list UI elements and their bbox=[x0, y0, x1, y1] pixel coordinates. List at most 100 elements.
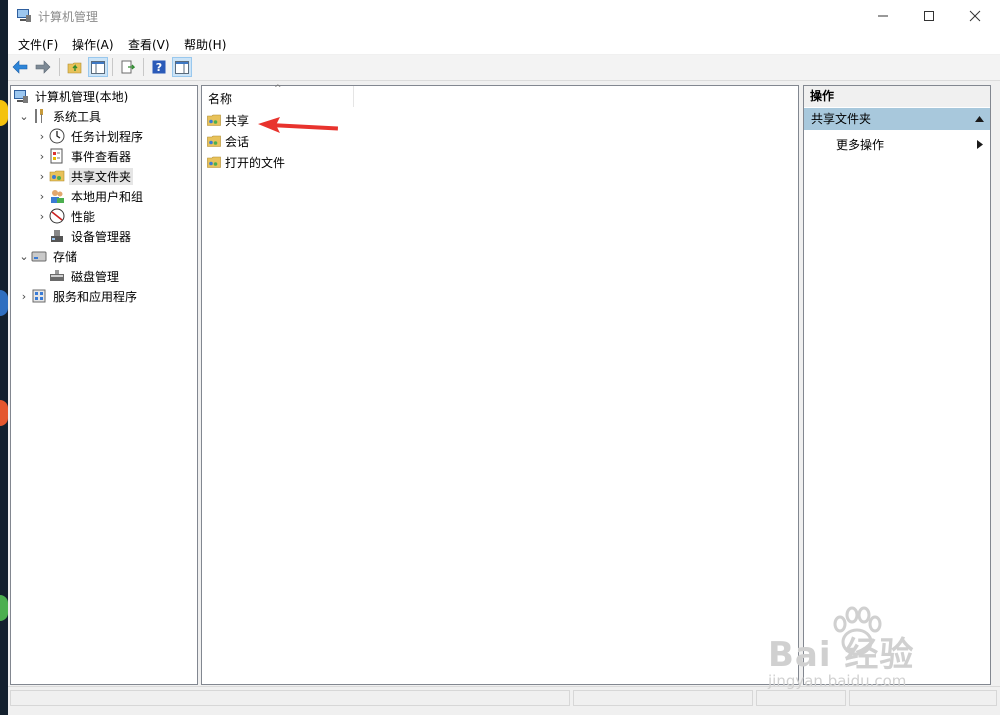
tree-item-label: 计算机管理(本地) bbox=[35, 89, 129, 104]
forward-button[interactable] bbox=[33, 57, 53, 77]
svg-text:?: ? bbox=[156, 61, 162, 74]
tree-item-label: 事件查看器 bbox=[71, 149, 132, 164]
chevron-right-icon[interactable]: › bbox=[17, 290, 31, 303]
device-manager-icon bbox=[51, 230, 63, 242]
shared-folder-icon bbox=[207, 114, 221, 126]
event-log-icon bbox=[50, 148, 63, 164]
shared-folder-icon bbox=[207, 135, 221, 147]
menu-view[interactable]: 查看(V) bbox=[128, 36, 170, 53]
show-hide-action-pane-icon bbox=[175, 60, 189, 74]
list-item-label: 会话 bbox=[225, 134, 250, 149]
tree-item-local-users[interactable]: › 本地用户和组 bbox=[35, 186, 145, 206]
list-item-label: 共享 bbox=[225, 113, 250, 128]
storage-icon bbox=[31, 251, 47, 262]
toolbar-separator bbox=[59, 58, 60, 76]
column-header-name[interactable]: 名称 ^ bbox=[202, 84, 354, 107]
results-list-pane: 名称 ^ 共享 会话 打开的文件 bbox=[201, 84, 799, 685]
menu-action[interactable]: 操作(A) bbox=[72, 36, 114, 53]
tree-item-disk-management[interactable]: 磁盘管理 bbox=[49, 266, 121, 286]
clock-icon bbox=[49, 128, 65, 144]
list-item-sessions[interactable]: 会话 bbox=[207, 131, 249, 151]
help-button[interactable]: ? bbox=[149, 57, 169, 77]
toolbar-separator bbox=[143, 58, 144, 76]
tree-item-performance[interactable]: › 性能 bbox=[35, 206, 97, 226]
list-item-shares[interactable]: 共享 bbox=[207, 110, 249, 130]
chevron-right-icon[interactable]: › bbox=[35, 130, 49, 143]
minimize-icon bbox=[878, 15, 888, 16]
list-item-open-files[interactable]: 打开的文件 bbox=[207, 152, 285, 172]
collapse-up-icon[interactable] bbox=[975, 116, 984, 122]
show-hide-action-pane-button[interactable] bbox=[172, 57, 192, 77]
tree-item-shared-folders[interactable]: › 共享文件夹 bbox=[35, 166, 134, 186]
tree-item-device-manager[interactable]: 设备管理器 bbox=[49, 226, 133, 246]
show-hide-tree-icon bbox=[91, 60, 105, 74]
up-one-level-button[interactable] bbox=[65, 57, 85, 77]
maximize-icon bbox=[924, 10, 934, 21]
tree-item-label: 磁盘管理 bbox=[71, 269, 120, 284]
status-segment bbox=[10, 690, 570, 706]
actions-pane: 操作 共享文件夹 更多操作 bbox=[803, 85, 991, 685]
forward-icon bbox=[35, 60, 51, 74]
chevron-down-icon[interactable]: ⌄ bbox=[17, 250, 31, 263]
more-actions-label: 更多操作 bbox=[836, 138, 885, 152]
shared-folder-icon bbox=[207, 156, 221, 168]
desktop-app-icon[interactable] bbox=[0, 595, 8, 621]
chevron-right-icon[interactable]: › bbox=[35, 170, 49, 183]
tools-icon bbox=[35, 109, 43, 123]
status-segment bbox=[849, 690, 997, 706]
title-bar[interactable]: 计算机管理 bbox=[8, 0, 1000, 31]
chevron-right-icon[interactable]: › bbox=[35, 150, 49, 163]
export-list-icon bbox=[121, 60, 135, 74]
computer-management-window: 计算机管理 文件(F) 操作(A) 查看(V) 帮助(H) ? 计算机管理(本地… bbox=[8, 0, 1000, 715]
actions-section-shared-folders[interactable]: 共享文件夹 bbox=[804, 108, 990, 130]
show-hide-tree-button[interactable] bbox=[88, 57, 108, 77]
actions-header: 操作 bbox=[804, 86, 990, 107]
tree-item-label: 设备管理器 bbox=[71, 229, 132, 244]
tree-item-storage[interactable]: ⌄ 存储 bbox=[17, 246, 79, 266]
actions-section-label: 共享文件夹 bbox=[811, 112, 872, 126]
toolbar-separator bbox=[112, 58, 113, 76]
desktop-app-icon[interactable] bbox=[0, 290, 8, 316]
menu-file[interactable]: 文件(F) bbox=[18, 36, 58, 53]
tree-item-services-apps[interactable]: › 服务和应用程序 bbox=[17, 286, 139, 306]
tree-item-label: 本地用户和组 bbox=[71, 189, 144, 204]
back-icon bbox=[12, 60, 28, 74]
tree-item-label: 共享文件夹 bbox=[69, 167, 134, 185]
back-button[interactable] bbox=[10, 57, 30, 77]
window-title: 计算机管理 bbox=[38, 10, 99, 24]
tree-item-label: 存储 bbox=[53, 249, 78, 264]
more-actions-item[interactable]: 更多操作 bbox=[836, 136, 884, 153]
computer-management-icon bbox=[14, 90, 28, 103]
desktop-background-strip bbox=[0, 0, 8, 715]
export-list-button[interactable] bbox=[118, 57, 138, 77]
tree-item-task-scheduler[interactable]: › 任务计划程序 bbox=[35, 126, 145, 146]
disk-icon bbox=[50, 270, 64, 281]
users-icon bbox=[51, 190, 64, 203]
submenu-arrow-icon[interactable] bbox=[977, 140, 983, 149]
sort-ascending-icon: ^ bbox=[274, 84, 282, 94]
up-folder-icon bbox=[67, 62, 82, 74]
chevron-right-icon[interactable]: › bbox=[35, 190, 49, 203]
services-icon bbox=[32, 289, 46, 303]
menu-bar: 文件(F) 操作(A) 查看(V) 帮助(H) bbox=[8, 31, 1000, 54]
menu-help[interactable]: 帮助(H) bbox=[184, 36, 226, 53]
minimize-button[interactable] bbox=[860, 0, 906, 31]
console-tree-pane: 计算机管理(本地) ⌄ 系统工具 › 任务计划程序 › 事件查看器 › 共享文件… bbox=[10, 85, 198, 685]
shared-folder-icon bbox=[49, 170, 65, 182]
tree-item-system-tools[interactable]: ⌄ 系统工具 bbox=[17, 106, 103, 126]
tree-item-label: 任务计划程序 bbox=[71, 129, 144, 144]
desktop-app-icon[interactable] bbox=[0, 100, 8, 126]
help-icon: ? bbox=[152, 60, 166, 74]
paw-logo-icon bbox=[833, 606, 882, 656]
tree-item-event-viewer[interactable]: › 事件查看器 bbox=[35, 146, 133, 166]
chevron-right-icon[interactable]: › bbox=[35, 210, 49, 223]
desktop-app-icon[interactable] bbox=[0, 400, 8, 426]
column-header-label: 名称 bbox=[208, 92, 233, 106]
maximize-button[interactable] bbox=[906, 0, 952, 31]
close-button[interactable] bbox=[952, 0, 998, 31]
annotation-arrowhead-icon bbox=[258, 117, 280, 133]
tree-item-label: 性能 bbox=[71, 209, 96, 224]
tree-item-root[interactable]: 计算机管理(本地) bbox=[13, 86, 130, 106]
chevron-down-icon[interactable]: ⌄ bbox=[17, 110, 31, 123]
list-item-label: 打开的文件 bbox=[225, 155, 286, 170]
